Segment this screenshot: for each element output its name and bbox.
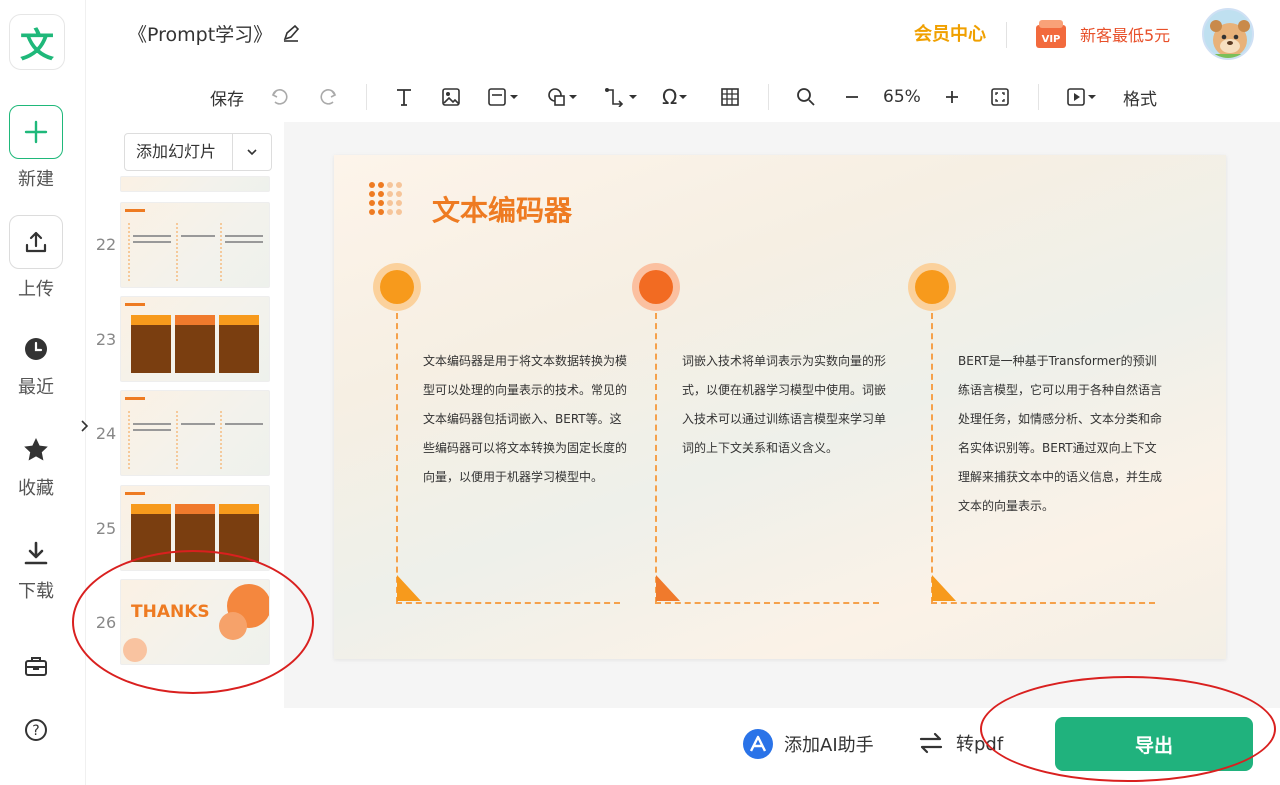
swap-icon xyxy=(919,732,943,754)
zoom-level[interactable]: 65% xyxy=(883,86,921,108)
slide-thumbnail[interactable] xyxy=(120,296,270,382)
convert-pdf-label: 转pdf xyxy=(956,734,1004,755)
download-icon xyxy=(9,535,63,571)
header-divider xyxy=(1006,22,1007,48)
slide-thumbnail[interactable] xyxy=(120,176,270,192)
table-icon[interactable] xyxy=(720,86,740,108)
vip-center-link[interactable]: 会员中心 xyxy=(914,20,986,46)
triangle-marker-icon xyxy=(397,575,421,601)
clock-icon xyxy=(9,331,63,367)
play-icon[interactable] xyxy=(1066,86,1098,108)
add-ai-assistant-label: 添加AI助手 xyxy=(784,735,874,756)
workspace: 添加幻灯片 22 23 24 25 26 THANKS 文本编码器 文本编码器是… xyxy=(81,122,1280,708)
circle-marker-icon xyxy=(632,263,680,311)
rail-favorites-label: 收藏 xyxy=(18,478,54,499)
toolbar-divider xyxy=(1038,84,1039,110)
document-title[interactable]: 《Prompt学习》 xyxy=(128,20,272,47)
avatar[interactable] xyxy=(1202,8,1254,60)
format-button[interactable]: 格式 xyxy=(1123,86,1157,110)
rail-recent-button[interactable]: 最近 xyxy=(0,331,72,399)
vip-badge-text: VIP xyxy=(1042,34,1061,45)
slide-column: 文本编码器是用于将文本数据转换为模型可以处理的向量表示的技术。常见的文本编码器包… xyxy=(373,263,631,604)
rail-upload-label: 上传 xyxy=(18,279,54,300)
dashed-line xyxy=(396,313,398,603)
editor-toolbar: 保存 Ω 65% 格式 xyxy=(86,72,1280,122)
dashed-line xyxy=(931,313,933,603)
toolbox-button[interactable] xyxy=(0,648,72,684)
rail-favorites-button[interactable]: 收藏 xyxy=(0,432,72,500)
help-button[interactable]: ? xyxy=(0,712,72,748)
slide-number: 22 xyxy=(95,235,117,254)
convert-pdf-button[interactable]: 转pdf xyxy=(918,730,1003,756)
connector-icon[interactable] xyxy=(604,86,638,108)
dashed-line xyxy=(396,602,620,604)
circle-marker-icon xyxy=(908,263,956,311)
chevron-down-icon[interactable] xyxy=(233,145,271,159)
ai-assistant-icon xyxy=(743,729,773,759)
circle-marker-icon xyxy=(373,263,421,311)
slide-thumbnail[interactable] xyxy=(120,390,270,476)
slide-number: 25 xyxy=(95,519,117,538)
dashed-line xyxy=(931,602,1155,604)
star-icon xyxy=(9,432,63,468)
toolbar-divider xyxy=(366,84,367,110)
slide-column: BERT是一种基于Transformer的预训练语言模型，它可以用于各种自然语言… xyxy=(908,263,1166,604)
svg-text:?: ? xyxy=(32,723,39,739)
vip-gift-icon[interactable]: VIP xyxy=(1034,16,1068,50)
header: 《Prompt学习》 会员中心 VIP 新客最低5元 xyxy=(86,0,1280,72)
slide-thumbnail-active[interactable]: THANKS xyxy=(120,579,270,665)
help-icon: ? xyxy=(9,712,63,748)
left-rail: 文 新建 上传 最近 收藏 下载 ? xyxy=(0,0,86,785)
upload-icon xyxy=(9,215,63,269)
column-text: 词嵌入技术将单词表示为实数向量的形式，以便在机器学习模型中使用。词嵌入技术可以通… xyxy=(682,354,887,455)
slide-number: 23 xyxy=(95,330,117,349)
rail-download-label: 下载 xyxy=(18,581,54,602)
toolbox-icon xyxy=(9,648,63,684)
thumbnail-panel: 添加幻灯片 22 23 24 25 26 THANKS xyxy=(86,122,284,708)
add-slide-button[interactable]: 添加幻灯片 xyxy=(125,134,233,170)
dashed-line xyxy=(655,602,879,604)
column-text: BERT是一种基于Transformer的预训练语言模型，它可以用于各种自然语言… xyxy=(958,354,1163,513)
dashed-line xyxy=(655,313,657,603)
redo-icon[interactable] xyxy=(318,86,338,108)
edit-icon[interactable] xyxy=(282,24,300,46)
toolbar-divider xyxy=(768,84,769,110)
rail-upload-button[interactable]: 上传 xyxy=(0,215,72,301)
slide-column: 词嵌入技术将单词表示为实数向量的形式，以便在机器学习模型中使用。词嵌入技术可以通… xyxy=(632,263,890,604)
add-slide-control[interactable]: 添加幻灯片 xyxy=(124,133,272,171)
save-as-icon[interactable] xyxy=(487,86,519,108)
text-icon[interactable] xyxy=(394,86,414,108)
chevron-right-icon[interactable] xyxy=(78,418,92,438)
image-icon[interactable] xyxy=(441,86,461,108)
slide-thumbnail[interactable] xyxy=(120,485,270,571)
zoom-in-icon[interactable] xyxy=(944,86,960,108)
new-customer-offer[interactable]: 新客最低5元 xyxy=(1080,22,1170,46)
shape-icon[interactable] xyxy=(546,86,578,108)
rail-download-button[interactable]: 下载 xyxy=(0,535,72,603)
export-button[interactable]: 导出 xyxy=(1055,717,1253,771)
undo-icon[interactable] xyxy=(270,86,290,108)
slide-number: 26 xyxy=(95,613,117,632)
slide-title: 文本编码器 xyxy=(432,194,573,227)
triangle-marker-icon xyxy=(656,575,680,601)
plus-icon xyxy=(9,105,63,159)
column-text: 文本编码器是用于将文本数据转换为模型可以处理的向量表示的技术。常见的文本编码器包… xyxy=(423,354,628,484)
slide-canvas[interactable]: 文本编码器 文本编码器是用于将文本数据转换为模型可以处理的向量表示的技术。常见的… xyxy=(334,155,1226,659)
slide-number: 24 xyxy=(95,424,117,443)
symbol-icon[interactable]: Ω xyxy=(662,85,689,109)
zoom-out-icon[interactable] xyxy=(844,86,860,108)
fit-screen-icon[interactable] xyxy=(990,86,1010,108)
add-ai-assistant-button[interactable]: 添加AI助手 xyxy=(742,728,874,760)
rail-recent-label: 最近 xyxy=(18,377,54,398)
bottom-bar: 添加AI助手 转pdf 导出 xyxy=(86,708,1280,785)
dots-decoration-icon xyxy=(369,182,402,215)
rail-new-label: 新建 xyxy=(18,169,54,190)
triangle-marker-icon xyxy=(932,575,956,601)
rail-new-button[interactable]: 新建 xyxy=(0,105,72,191)
slide-thumbnail[interactable] xyxy=(120,202,270,288)
save-button[interactable]: 保存 xyxy=(210,86,244,110)
search-icon[interactable] xyxy=(796,86,816,108)
app-logo[interactable]: 文 xyxy=(9,14,65,70)
thanks-text: THANKS xyxy=(131,602,210,622)
